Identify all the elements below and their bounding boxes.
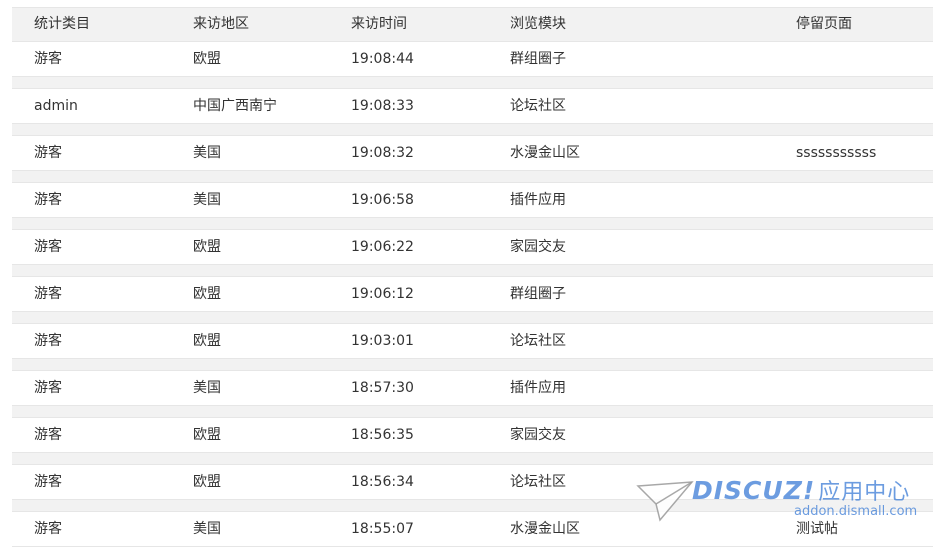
cell-module: 群组圈子 xyxy=(510,51,566,67)
cell-category: 游客 xyxy=(34,239,62,255)
cell-category: 游客 xyxy=(34,521,62,537)
cell-module: 水漫金山区 xyxy=(510,521,580,537)
visit-log-table: 统计类目 来访地区 来访时间 浏览模块 停留页面 游客 欧盟 19:08:44 群组圈… xyxy=(12,7,933,547)
cell-time: 18:57:30 xyxy=(351,380,414,396)
cell-module: 群组圈子 xyxy=(510,286,566,302)
cell-category: 游客 xyxy=(34,380,62,396)
row-separator xyxy=(12,171,933,183)
table-header: 统计类目 来访地区 来访时间 浏览模块 停留页面 xyxy=(12,7,933,42)
cell-module: 水漫金山区 xyxy=(510,145,580,161)
row-separator xyxy=(12,406,933,418)
cell-time: 18:56:34 xyxy=(351,474,414,490)
cell-time: 19:08:33 xyxy=(351,98,414,114)
cell-category: 游客 xyxy=(34,286,62,302)
cell-time: 19:08:44 xyxy=(351,51,414,67)
cell-module: 插件应用 xyxy=(510,380,566,396)
table-row: 游客 欧盟 18:56:35 家园交友 xyxy=(12,418,933,453)
row-separator xyxy=(12,218,933,230)
row-separator xyxy=(12,124,933,136)
table-row: 游客 美国 19:08:32 水漫金山区 sssssssssss xyxy=(12,136,933,171)
cell-time: 18:55:07 xyxy=(351,521,414,537)
cell-category: 游客 xyxy=(34,333,62,349)
cell-region: 欧盟 xyxy=(193,286,221,302)
header-category: 统计类目 xyxy=(34,16,90,32)
cell-category: 游客 xyxy=(34,192,62,208)
row-separator xyxy=(12,453,933,465)
cell-region: 欧盟 xyxy=(193,474,221,490)
cell-module: 插件应用 xyxy=(510,192,566,208)
cell-module: 论坛社区 xyxy=(510,333,566,349)
row-separator xyxy=(12,77,933,89)
cell-region: 欧盟 xyxy=(193,427,221,443)
cell-region: 中国广西南宁 xyxy=(193,98,277,114)
cell-time: 19:06:22 xyxy=(351,239,414,255)
row-separator xyxy=(12,359,933,371)
cell-time: 19:06:58 xyxy=(351,192,414,208)
cell-page: sssssssssss xyxy=(796,145,877,161)
cell-category: 游客 xyxy=(34,145,62,161)
cell-time: 19:03:01 xyxy=(351,333,414,349)
table-row: 游客 欧盟 19:06:12 群组圈子 xyxy=(12,277,933,312)
cell-region: 美国 xyxy=(193,521,221,537)
cell-region: 美国 xyxy=(193,192,221,208)
table-row: 游客 欧盟 18:56:34 论坛社区 xyxy=(12,465,933,500)
cell-region: 欧盟 xyxy=(193,51,221,67)
table-row: 游客 美国 18:55:07 水漫金山区 测试帖 xyxy=(12,512,933,547)
table-row: 游客 美国 18:57:30 插件应用 xyxy=(12,371,933,406)
table-row: 游客 欧盟 19:03:01 论坛社区 xyxy=(12,324,933,359)
header-module: 浏览模块 xyxy=(510,16,566,32)
row-separator xyxy=(12,265,933,277)
cell-module: 论坛社区 xyxy=(510,474,566,490)
table-row: 游客 美国 19:06:58 插件应用 xyxy=(12,183,933,218)
cell-category: 游客 xyxy=(34,474,62,490)
cell-module: 家园交友 xyxy=(510,239,566,255)
cell-module: 论坛社区 xyxy=(510,98,566,114)
cell-time: 18:56:35 xyxy=(351,427,414,443)
row-separator xyxy=(12,312,933,324)
cell-module: 家园交友 xyxy=(510,427,566,443)
cell-region: 美国 xyxy=(193,145,221,161)
cell-page: 测试帖 xyxy=(796,521,838,537)
header-page: 停留页面 xyxy=(796,16,852,32)
table-row: 游客 欧盟 19:06:22 家园交友 xyxy=(12,230,933,265)
table-row: 游客 欧盟 19:08:44 群组圈子 xyxy=(12,42,933,77)
cell-category: 游客 xyxy=(34,51,62,67)
cell-category: 游客 xyxy=(34,427,62,443)
cell-category: admin xyxy=(34,98,78,114)
cell-time: 19:08:32 xyxy=(351,145,414,161)
header-region: 来访地区 xyxy=(193,16,249,32)
table-row: admin 中国广西南宁 19:08:33 论坛社区 xyxy=(12,89,933,124)
cell-time: 19:06:12 xyxy=(351,286,414,302)
cell-region: 欧盟 xyxy=(193,333,221,349)
cell-region: 欧盟 xyxy=(193,239,221,255)
row-separator xyxy=(12,500,933,512)
cell-region: 美国 xyxy=(193,380,221,396)
table-body: 游客 欧盟 19:08:44 群组圈子 admin 中国广西南宁 19:08:33 论坛社区游… xyxy=(12,42,933,547)
header-time: 来访时间 xyxy=(351,16,407,32)
